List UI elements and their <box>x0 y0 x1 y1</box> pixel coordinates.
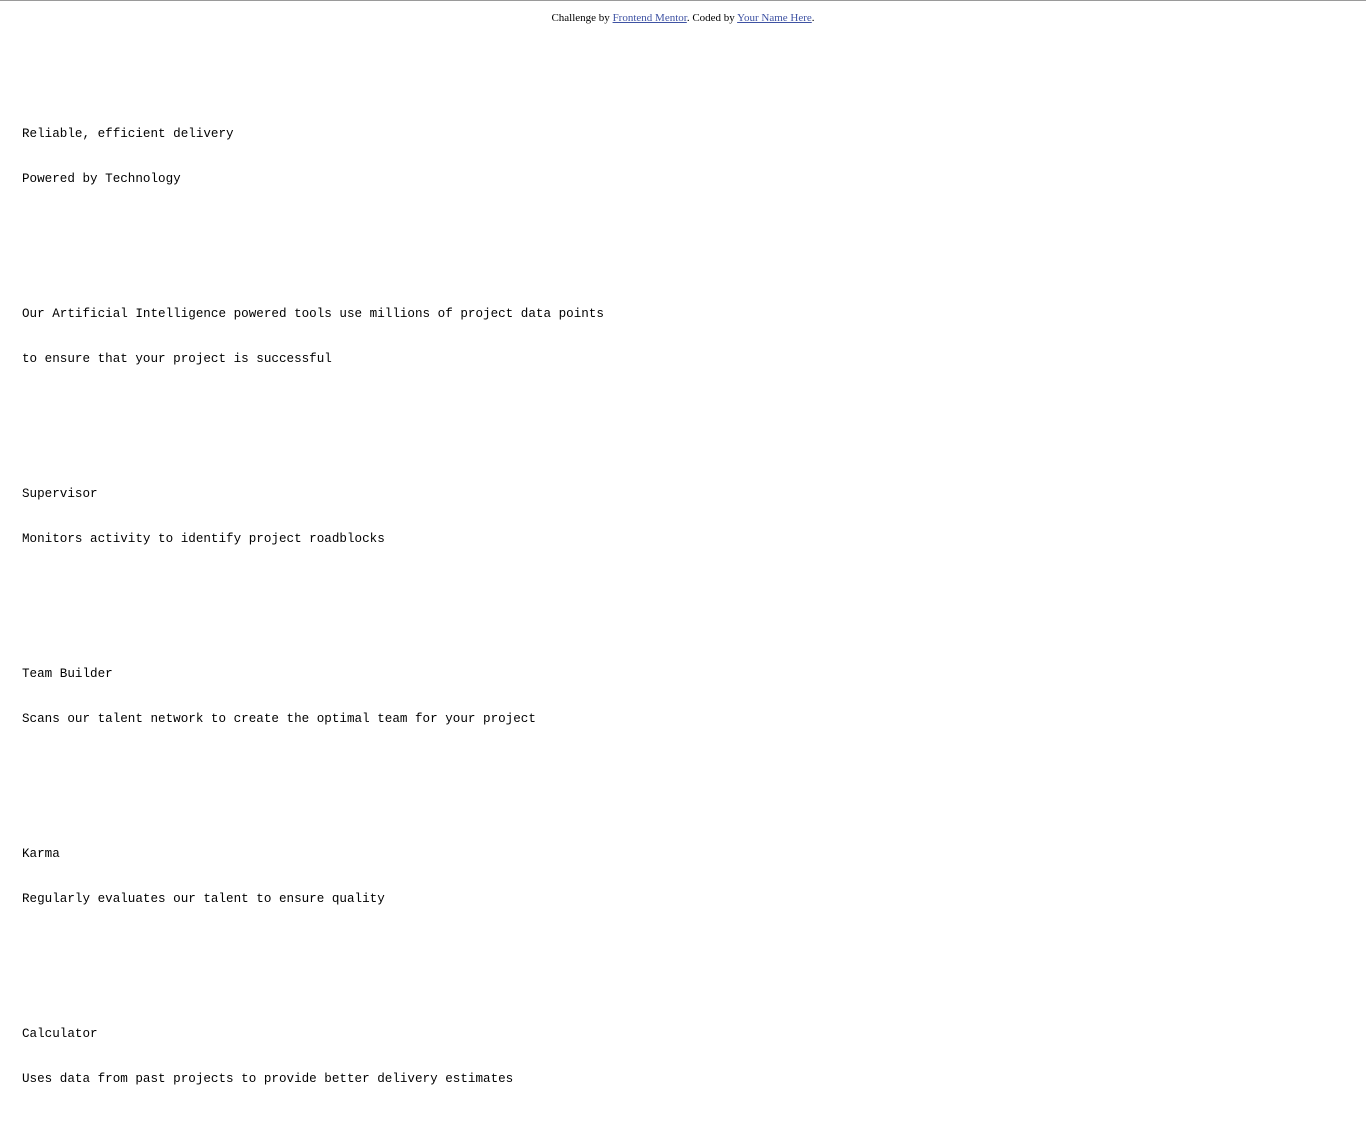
feature-description: Regularly evaluates our talent to ensure… <box>22 892 385 906</box>
attribution-middle: . Coded by <box>686 12 738 24</box>
hero-subtitle: Reliable, efficient delivery <box>22 127 234 141</box>
attribution: Challenge by Frontend Mentor. Coded by Y… <box>0 11 1366 25</box>
hero-title: Powered by Technology <box>22 172 181 186</box>
attribution-suffix: . <box>811 12 815 24</box>
feature-supervisor: Supervisor Monitors activity to identify… <box>22 457 604 577</box>
feature-karma: Karma Regularly evaluates our talent to … <box>22 817 604 937</box>
feature-description: Scans our talent network to create the o… <box>22 712 536 726</box>
intro-text-line-1: Our Artificial Intelligence powered tool… <box>22 307 604 321</box>
feature-description: Monitors activity to identify project ro… <box>22 532 385 546</box>
feature-title: Karma <box>22 847 60 861</box>
feature-team-builder: Team Builder Scans our talent network to… <box>22 637 604 757</box>
intro-section: Our Artificial Intelligence powered tool… <box>22 277 604 397</box>
feature-calculator: Calculator Uses data from past projects … <box>22 997 604 1117</box>
top-border <box>0 0 1366 1</box>
hero-section: Reliable, efficient delivery Powered by … <box>22 97 604 217</box>
frontend-mentor-link[interactable]: Frontend Mentor <box>613 12 687 24</box>
attribution-prefix: Challenge by <box>551 12 613 24</box>
feature-title: Calculator <box>22 1027 98 1041</box>
author-link[interactable]: Your Name Here <box>737 12 812 24</box>
intro-text-line-2: to ensure that your project is successfu… <box>22 352 332 366</box>
feature-title: Team Builder <box>22 667 113 681</box>
feature-title: Supervisor <box>22 487 98 501</box>
feature-description: Uses data from past projects to provide … <box>22 1072 514 1086</box>
main-content: Reliable, efficient delivery Powered by … <box>22 67 604 1147</box>
